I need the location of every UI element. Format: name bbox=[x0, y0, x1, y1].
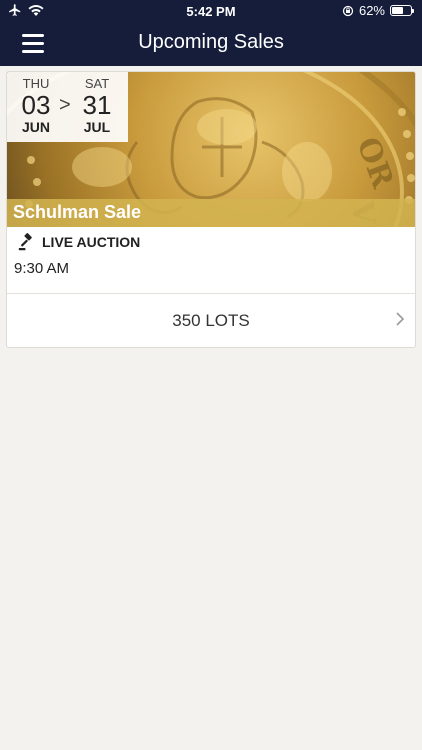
sale-card[interactable]: OR VS THU 03 JUN > SAT 31 JUL Schulman S… bbox=[6, 71, 416, 348]
end-day: 31 bbox=[82, 90, 112, 120]
lots-button[interactable]: 350 LOTS bbox=[7, 294, 415, 347]
end-month: JUL bbox=[83, 119, 111, 135]
start-dow: THU bbox=[22, 76, 50, 91]
sale-name-banner: Schulman Sale bbox=[7, 199, 415, 227]
sale-name: Schulman Sale bbox=[13, 202, 142, 222]
auction-time: 9:30 AM bbox=[14, 260, 70, 277]
chevron-right-icon bbox=[396, 312, 405, 326]
page-title: Upcoming Sales bbox=[138, 31, 284, 53]
start-month: JUN bbox=[21, 119, 50, 135]
date-separator: > bbox=[59, 94, 71, 116]
status-bar: 5:42 PM 62% bbox=[0, 0, 422, 22]
date-range: THU 03 JUN > SAT 31 JUL bbox=[7, 72, 128, 142]
battery-icon bbox=[390, 5, 414, 16]
orientation-lock-icon bbox=[342, 5, 354, 16]
status-right: 62% bbox=[342, 3, 414, 18]
end-date: SAT 31 JUL bbox=[75, 76, 119, 135]
sale-info: LIVE AUCTION 9:30 AM bbox=[7, 227, 415, 293]
battery-percent: 62% bbox=[358, 3, 385, 18]
gold-coin-image: OR VS THU 03 JUN > SAT 31 JUL Schulman S… bbox=[7, 72, 415, 227]
top-bar: 5:42 PM 62% Upcoming Sales bbox=[0, 0, 422, 66]
battery-fill bbox=[392, 7, 404, 14]
lots-count: 350 LOTS bbox=[172, 311, 250, 330]
nav-bar: Upcoming Sales bbox=[0, 22, 422, 66]
end-dow: SAT bbox=[84, 76, 110, 91]
auction-type-row: LIVE AUCTION bbox=[18, 233, 140, 251]
svg-text:OR: OR bbox=[349, 133, 400, 194]
gavel-icon bbox=[18, 233, 32, 251]
start-day: 03 bbox=[21, 90, 51, 120]
start-date: THU 03 JUN bbox=[14, 76, 58, 135]
auction-type: LIVE AUCTION bbox=[42, 234, 141, 250]
